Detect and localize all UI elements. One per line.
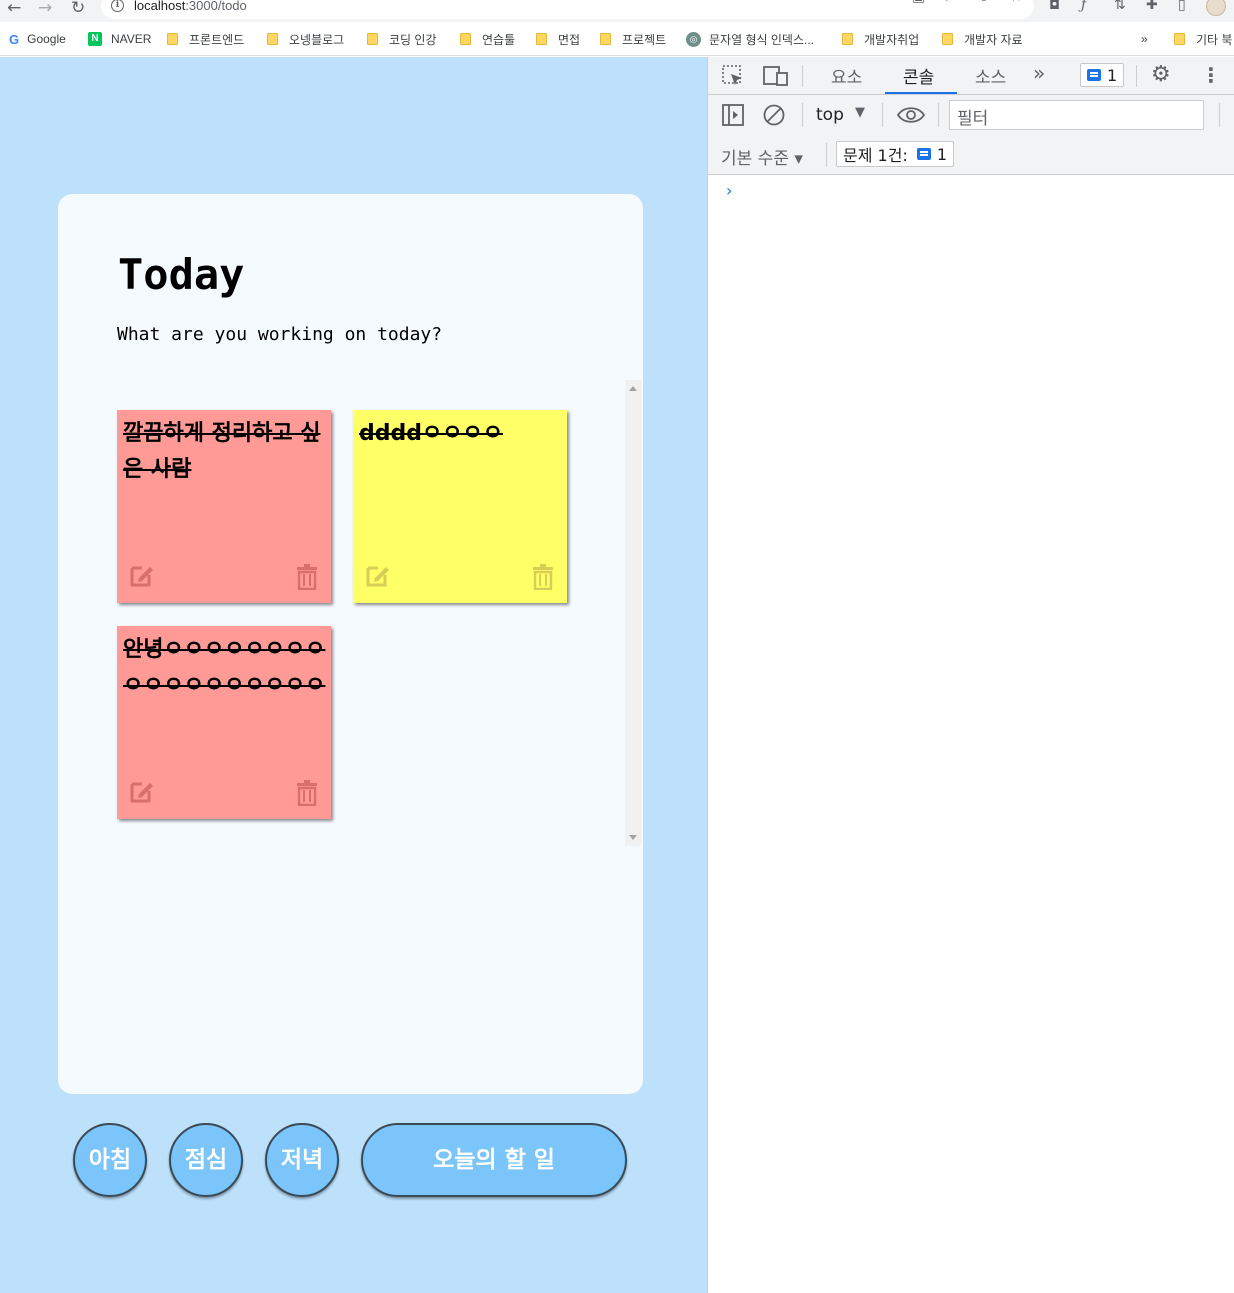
folder-icon <box>367 33 378 45</box>
zoom-icon[interactable]: ⌕ <box>946 0 954 5</box>
toolbar-divider <box>826 143 827 167</box>
puzzle-icon[interactable]: ✚ <box>1146 0 1158 13</box>
more-options-icon[interactable]: ⋮ <box>1201 63 1221 87</box>
note-text: ddddㅇㅇㅇㅇ <box>359 421 503 446</box>
edit-icon[interactable] <box>129 562 155 588</box>
bookmark-interview[interactable]: 면접 <box>536 30 580 48</box>
toolbar-divider <box>802 65 803 87</box>
address-bar[interactable]: i localhost:3000/todo ▣ ⌕ ⇪ ☆ <box>101 0 1034 19</box>
folder-icon <box>536 33 547 45</box>
site-info-icon[interactable]: i <box>111 0 124 12</box>
bookmark-naver[interactable]: N NAVER <box>88 30 151 48</box>
trash-icon[interactable] <box>533 564 553 590</box>
sticky-note[interactable]: ddddㅇㅇㅇㅇ <box>353 410 567 603</box>
toolbar-divider <box>938 103 939 127</box>
notes-scrollbar[interactable] <box>625 380 641 846</box>
message-icon <box>1087 69 1101 81</box>
back-button[interactable]: ← <box>7 0 21 18</box>
folder-icon <box>267 33 278 45</box>
toolbar-divider <box>1136 65 1137 87</box>
google-icon: G <box>9 31 20 47</box>
extension-formula-icon[interactable]: ƒ <box>1081 0 1086 13</box>
bookmark-string-format[interactable]: ◎ 문자열 형식 인덱스... <box>686 30 814 48</box>
issues-counter-button[interactable]: 1 <box>1080 63 1125 87</box>
live-expression-eye-icon[interactable] <box>896 105 926 125</box>
bookmarks-bar: G Google N NAVER 프론트엔드 오넹블로그 코딩 인강 연습툴 면… <box>0 22 1234 56</box>
todo-app: Today What are you working on today? 깔끔하… <box>0 57 707 1293</box>
filter-input[interactable]: 필터 <box>949 100 1204 130</box>
settings-gear-icon[interactable]: ⚙ <box>1151 62 1171 87</box>
scroll-up-arrow[interactable] <box>629 386 637 391</box>
devtools-panel: 요소 콘솔 소스 » 1 ⚙ ⋮ top ▼ 필터 기본 수준 ▾ 문제 1건:… <box>707 57 1234 1293</box>
address-url[interactable]: localhost:3000/todo <box>134 0 247 13</box>
bookmark-other[interactable]: 기타 북 <box>1174 30 1232 48</box>
lunch-button[interactable]: 점심 <box>169 1123 243 1197</box>
note-text: 안녕ㅇㅇㅇㅇㅇㅇㅇㅇㅇㅇㅇㅇㅇㅇㅇㅇㅇㅇ <box>123 637 326 698</box>
inspect-element-icon[interactable] <box>722 65 744 87</box>
folder-icon <box>600 33 611 45</box>
message-icon <box>916 148 931 160</box>
notes-list[interactable]: 깔끔하게 정리하고 싶은 사람 ddddㅇㅇㅇㅇ 안녕ㅇㅇㅇㅇㅇㅇㅇㅇㅇㅇㅇㅇㅇ… <box>117 410 642 846</box>
trash-icon[interactable] <box>297 780 317 806</box>
devtools-tabbar: 요소 콘솔 소스 » 1 ⚙ ⋮ <box>708 57 1234 95</box>
more-tabs-icon[interactable]: » <box>1033 61 1045 85</box>
todo-card: Today What are you working on today? 깔끔하… <box>58 194 643 1094</box>
profile-avatar[interactable] <box>1206 0 1226 16</box>
trash-icon[interactable] <box>297 564 317 590</box>
openai-icon: ◎ <box>686 31 701 47</box>
extension-arrow-icon[interactable]: ⇅ <box>1114 0 1126 13</box>
bookmark-dev-job[interactable]: 개발자취업 <box>842 30 919 48</box>
tab-console[interactable]: 콘솔 <box>903 63 934 88</box>
sticky-note[interactable]: 깔끔하게 정리하고 싶은 사람 <box>117 410 331 603</box>
bookmarks-overflow-button[interactable]: » <box>1141 30 1148 48</box>
toolbar-divider <box>1219 103 1220 127</box>
bookmark-blog[interactable]: 오넹블로그 <box>267 30 344 48</box>
dinner-button[interactable]: 저녁 <box>265 1123 339 1197</box>
bookmark-frontend[interactable]: 프론트엔드 <box>167 30 244 48</box>
side-panel-icon[interactable]: ▯ <box>1178 0 1186 13</box>
edit-icon[interactable] <box>129 778 155 804</box>
console-prompt[interactable]: › <box>726 181 732 200</box>
context-selector[interactable]: top <box>816 105 844 125</box>
bookmark-project[interactable]: 프로젝트 <box>600 30 666 48</box>
camera-icon[interactable]: ◘ <box>1049 0 1060 13</box>
reload-button[interactable]: ↻ <box>71 0 85 18</box>
sticky-note[interactable]: 안녕ㅇㅇㅇㅇㅇㅇㅇㅇㅇㅇㅇㅇㅇㅇㅇㅇㅇㅇ <box>117 626 331 819</box>
active-tab-indicator <box>885 92 957 94</box>
log-level-selector[interactable]: 기본 수준 ▾ <box>721 144 803 169</box>
today-tasks-button[interactable]: 오늘의 할 일 <box>361 1123 627 1197</box>
folder-icon <box>942 33 953 45</box>
edit-icon[interactable] <box>365 562 391 588</box>
folder-icon <box>167 33 178 45</box>
page-title: Today <box>118 250 245 299</box>
forward-button[interactable]: → <box>38 0 52 18</box>
folder-icon <box>1174 33 1185 45</box>
browser-toolbar: ← → ↻ i localhost:3000/todo ▣ ⌕ ⇪ ☆ ◘ ƒ … <box>0 0 1234 22</box>
folder-icon <box>460 33 471 45</box>
bookmark-dev-resources[interactable]: 개발자 자료 <box>942 30 1023 48</box>
bookmark-practice-tools[interactable]: 연습툴 <box>460 30 515 48</box>
share-icon[interactable]: ⇪ <box>978 0 990 5</box>
console-toolbar: top ▼ 필터 <box>708 95 1234 135</box>
toolbar-divider <box>882 103 883 127</box>
bookmark-google[interactable]: G Google <box>9 30 66 48</box>
page-subtitle: What are you working on today? <box>117 324 443 345</box>
naver-icon: N <box>88 32 102 46</box>
folder-icon <box>842 33 853 45</box>
sidebar-toggle-icon[interactable] <box>722 104 744 126</box>
translate-icon[interactable]: ▣ <box>912 0 925 5</box>
context-dropdown-icon[interactable]: ▼ <box>855 105 865 120</box>
bookmark-star-icon[interactable]: ☆ <box>1010 0 1023 5</box>
tab-sources[interactable]: 소스 <box>975 63 1006 88</box>
morning-button[interactable]: 아침 <box>73 1123 147 1197</box>
console-status-bar: 기본 수준 ▾ 문제 1건: 1 <box>708 135 1234 175</box>
toolbar-divider <box>802 103 803 127</box>
issues-summary-button[interactable]: 문제 1건: 1 <box>836 141 955 167</box>
tab-elements[interactable]: 요소 <box>831 63 862 88</box>
device-toolbar-icon[interactable] <box>763 65 789 87</box>
bookmark-coding-lecture[interactable]: 코딩 인강 <box>367 30 437 48</box>
clear-console-icon[interactable] <box>763 104 785 126</box>
scroll-down-arrow[interactable] <box>629 835 637 840</box>
note-text: 깔끔하게 정리하고 싶은 사람 <box>123 421 321 482</box>
